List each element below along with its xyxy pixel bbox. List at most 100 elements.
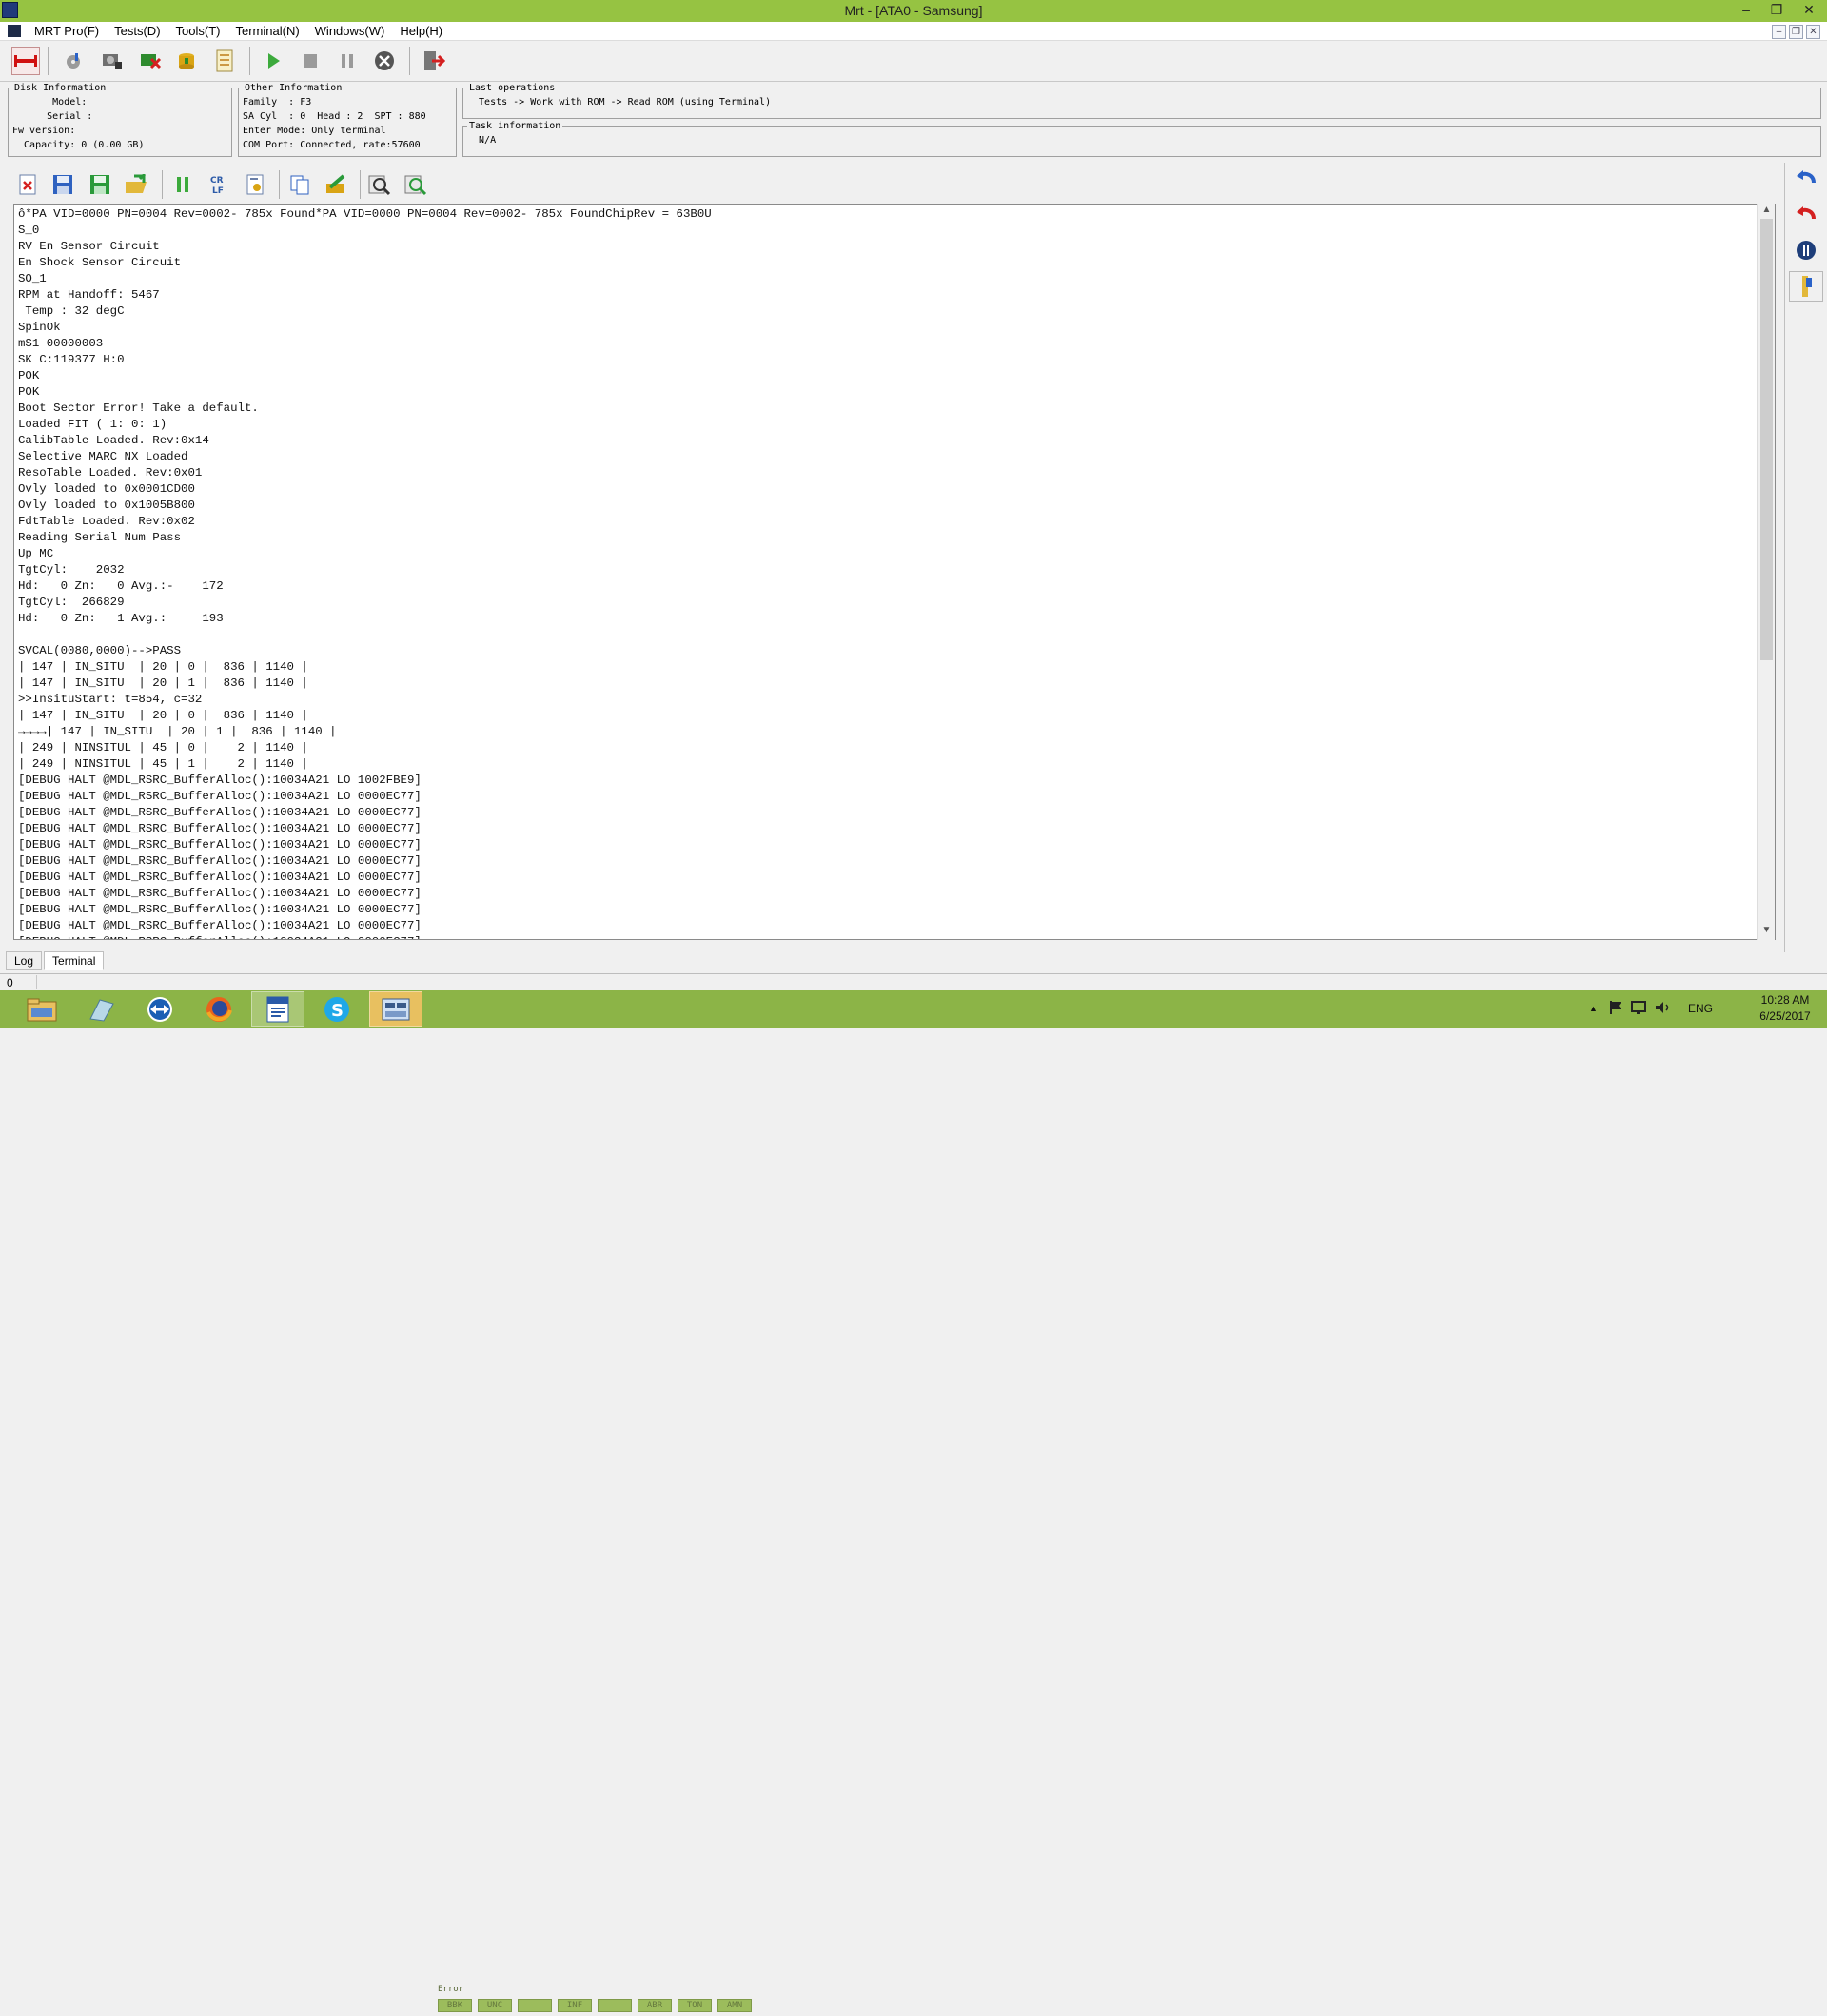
menu-tools[interactable]: Tools(T) [168, 22, 228, 41]
terminal-line: Ovly loaded to 0x1005B800 [18, 499, 195, 512]
pause-icon[interactable] [333, 47, 362, 75]
disk-model: Model: [12, 97, 88, 108]
terminal-line: | 147 | IN_SITU | 20 | 1 | 836 | 1140 | [18, 676, 308, 690]
menu-help[interactable]: Help(H) [392, 22, 450, 41]
flag-ton: TON [678, 1999, 712, 2012]
terminal-line: [DEBUG HALT @MDL_RSRC_BufferAlloc():1003… [18, 773, 422, 787]
system-tray: ▲ ENG 10:28 AM 6/25/2017 [1589, 990, 1827, 1028]
language-indicator[interactable]: ENG [1688, 1002, 1713, 1015]
flag-icon[interactable] [1608, 1000, 1623, 1018]
terminal-line: [DEBUG HALT @MDL_RSRC_BufferAlloc():1003… [18, 790, 422, 803]
error-label: Error [438, 1985, 464, 1994]
key-icon[interactable] [1789, 271, 1823, 302]
save-as-icon[interactable] [86, 170, 114, 199]
report-icon[interactable] [210, 47, 239, 75]
teamviewer-icon[interactable] [133, 991, 187, 1027]
disk-information-legend: Disk Information [14, 83, 107, 93]
tab-log[interactable]: Log [6, 951, 43, 970]
disk-tools-icon[interactable] [98, 47, 127, 75]
firefox-icon[interactable] [192, 991, 246, 1027]
script-icon[interactable] [241, 170, 269, 199]
disk-serial: Serial : [12, 111, 93, 122]
mdi-restore-button[interactable]: ❐ [1789, 25, 1803, 39]
tray-expand-icon[interactable]: ▲ [1589, 1004, 1598, 1013]
word-document-icon[interactable] [251, 991, 304, 1027]
close-button[interactable]: ✕ [1793, 0, 1825, 19]
disconnect-icon[interactable] [11, 47, 40, 75]
start-icon[interactable] [259, 47, 287, 75]
disk-info-icon[interactable] [59, 47, 88, 75]
terminal-scrollbar[interactable]: ▲ ▼ [1757, 204, 1775, 940]
terminal-line: Hd: 0 Zn: 1 Avg.: 193 [18, 612, 224, 625]
find-next-icon[interactable] [402, 170, 430, 199]
terminal-line: →→→→| 147 | IN_SITU | 20 | 1 | 836 | 114… [18, 725, 337, 738]
bad-sectors-icon[interactable] [136, 47, 165, 75]
mrt-app-icon[interactable] [369, 991, 422, 1027]
edit-icon[interactable] [322, 170, 350, 199]
clock-date[interactable]: 6/25/2017 [1752, 1009, 1818, 1023]
terminal-line: | 249 | NINSITUL | 45 | 0 | 2 | 1140 | [18, 741, 308, 754]
disk-capacity: Capacity: 0 (0.00 GB) [12, 140, 145, 150]
terminal-line: [DEBUG HALT @MDL_RSRC_BufferAlloc():1003… [18, 806, 422, 819]
terminal-line: [DEBUG HALT @MDL_RSRC_BufferAlloc():1003… [18, 822, 422, 835]
terminal-line: Selective MARC NX Loaded [18, 450, 188, 463]
restore-button[interactable]: ❐ [1762, 0, 1791, 19]
copy-icon[interactable] [285, 170, 314, 199]
terminal-output[interactable]: ô*PA VID=0000 PN=0004 Rev=0002- 785x Fou… [13, 204, 1776, 940]
database-icon[interactable] [172, 47, 201, 75]
terminal-line: ResoTable Loaded. Rev:0x01 [18, 466, 203, 480]
menu-mrt-pro[interactable]: MRT Pro(F) [27, 22, 107, 41]
find-icon[interactable] [365, 170, 394, 199]
menu-terminal[interactable]: Terminal(N) [227, 22, 306, 41]
crlf-icon[interactable]: CR LF [204, 170, 232, 199]
volume-icon[interactable] [1654, 1000, 1671, 1018]
status-cell [36, 975, 1825, 989]
last-operations-legend: Last operations [469, 83, 556, 93]
svg-text:S: S [331, 1001, 344, 1021]
file-explorer-icon[interactable] [15, 991, 69, 1027]
terminal-line: En Shock Sensor Circuit [18, 256, 182, 269]
mdi-close-button[interactable]: ✕ [1806, 25, 1820, 39]
terminal-line: Loaded FIT ( 1: 0: 1) [18, 418, 167, 431]
menu-tests[interactable]: Tests(D) [107, 22, 167, 41]
document-icon[interactable] [8, 25, 21, 37]
skype-icon[interactable]: S [310, 991, 363, 1027]
save-icon[interactable] [49, 170, 77, 199]
mdi-minimize-button[interactable]: – [1772, 25, 1786, 39]
exit-icon[interactable] [420, 47, 448, 75]
cancel-icon[interactable] [370, 47, 399, 75]
terminal-line: Hd: 0 Zn: 0 Avg.:- 172 [18, 579, 224, 593]
network-icon[interactable] [1631, 1000, 1648, 1018]
clear-icon[interactable] [13, 170, 42, 199]
stop-icon[interactable] [296, 47, 324, 75]
terminal-line: S_0 [18, 224, 40, 237]
open-icon[interactable] [122, 170, 150, 199]
scroll-up-icon[interactable]: ▲ [1758, 205, 1776, 218]
terminal-line: [DEBUG HALT @MDL_RSRC_BufferAlloc():1003… [18, 903, 422, 916]
tab-terminal[interactable]: Terminal [44, 951, 105, 970]
terminal-line: [DEBUG HALT @MDL_RSRC_BufferAlloc():1003… [18, 871, 422, 884]
flag-inf: INF [558, 1999, 592, 2012]
scrollbar-thumb[interactable] [1760, 219, 1773, 660]
terminal-line: | 147 | IN_SITU | 20 | 0 | 836 | 1140 | [18, 709, 308, 722]
scroll-down-icon[interactable]: ▼ [1758, 925, 1776, 938]
terminal-line: SVCAL(0080,0000)-->PASS [18, 644, 182, 657]
clock-time[interactable]: 10:28 AM [1752, 993, 1818, 1007]
terminal-line: Temp : 32 degC [18, 304, 125, 318]
undo-red-icon[interactable] [1789, 199, 1823, 229]
notepad-icon[interactable] [74, 991, 128, 1027]
task-information-text: N/A [467, 135, 497, 146]
terminal-line: FdtTable Loaded. Rev:0x02 [18, 515, 195, 528]
terminal-line: Up MC [18, 547, 54, 560]
undo-blue-icon[interactable] [1789, 163, 1823, 193]
info-icon[interactable] [1789, 235, 1823, 265]
title-bar: Mrt - [ATA0 - Samsung] – ❐ ✕ [0, 0, 1827, 22]
right-panel [1784, 163, 1827, 952]
terminal-line: mS1 00000003 [18, 337, 104, 350]
status-value: 0 [7, 976, 13, 989]
menu-windows[interactable]: Windows(W) [307, 22, 393, 41]
pause-output-icon[interactable] [168, 170, 197, 199]
terminal-line: ô*PA VID=0000 PN=0004 Rev=0002- 785x Fou… [18, 207, 712, 221]
terminal-line: TgtCyl: 2032 [18, 563, 125, 577]
minimize-button[interactable]: – [1732, 0, 1760, 19]
